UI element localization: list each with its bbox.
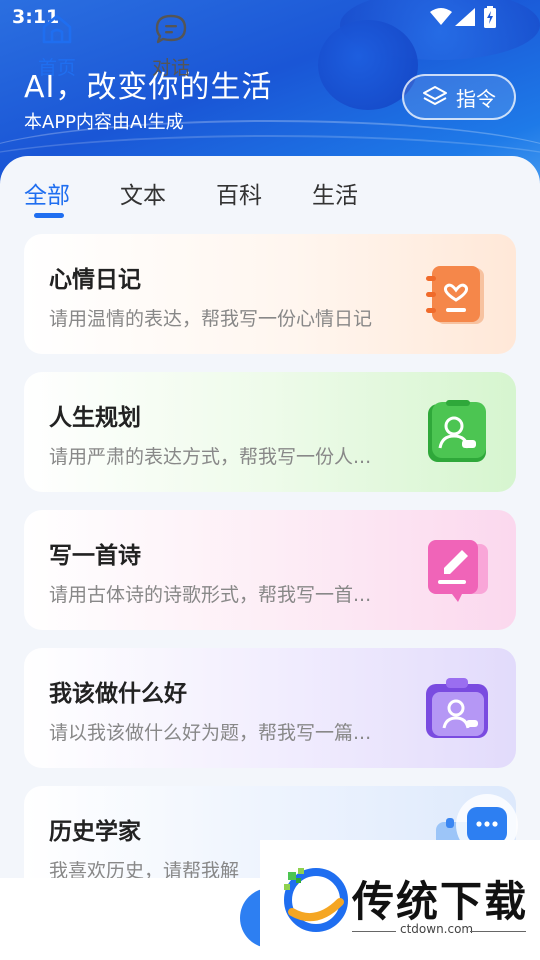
card-description: 请用温情的表达，帮我写一份心情日记 bbox=[49, 308, 373, 330]
tab-life[interactable]: 生活 bbox=[312, 176, 358, 210]
divider bbox=[352, 931, 396, 932]
layers-icon bbox=[423, 86, 447, 105]
card-title: 人生规划 bbox=[49, 405, 141, 431]
category-tabs: 全部 文本 百科 生活 bbox=[0, 170, 540, 226]
signal-icon bbox=[455, 8, 475, 26]
nav-item-home[interactable]: 首页 bbox=[22, 12, 92, 80]
divider bbox=[470, 931, 526, 932]
watermark: 传统下载 ctdown.com bbox=[260, 840, 540, 960]
card-title: 写一首诗 bbox=[49, 543, 141, 569]
watermark-url: ctdown.com bbox=[400, 922, 474, 936]
nav-label: 首页 bbox=[37, 57, 76, 79]
diary-icon bbox=[426, 266, 484, 324]
card-title: 心情日记 bbox=[49, 267, 141, 293]
todo-icon bbox=[426, 678, 488, 738]
wifi-icon bbox=[430, 8, 452, 25]
card-title: 我该做什么好 bbox=[49, 681, 187, 707]
nav-item-chat[interactable]: 对话 bbox=[136, 12, 206, 80]
card-description: 请用古体诗的诗歌形式，帮我写一首... bbox=[49, 584, 372, 606]
prompt-card-poem[interactable]: 写一首诗 请用古体诗的诗歌形式，帮我写一首... bbox=[24, 510, 516, 630]
command-button-label: 指令 bbox=[456, 86, 496, 111]
tab-all[interactable]: 全部 bbox=[24, 176, 70, 210]
home-icon bbox=[42, 14, 72, 44]
message-bubble-icon bbox=[467, 807, 507, 843]
command-button[interactable]: 指令 bbox=[402, 74, 516, 120]
prompt-card-mood-diary[interactable]: 心情日记 请用温情的表达，帮我写一份心情日记 bbox=[24, 234, 516, 354]
battery-charging-icon bbox=[484, 6, 496, 28]
tab-encyclopedia[interactable]: 百科 bbox=[216, 176, 262, 210]
life-plan-icon bbox=[428, 400, 486, 462]
watermark-brand: 传统下载 bbox=[352, 877, 529, 926]
nav-label: 对话 bbox=[151, 57, 190, 79]
page-subtitle: 本APP内容由AI生成 bbox=[24, 112, 184, 133]
card-description: 请用严肃的表达方式，帮我写一份人... bbox=[49, 446, 372, 468]
prompt-card-life-plan[interactable]: 人生规划 请用严肃的表达方式，帮我写一份人... bbox=[24, 372, 516, 492]
card-title: 历史学家 bbox=[49, 819, 141, 845]
prompt-card-what-to-do[interactable]: 我该做什么好 请以我该做什么好为题，帮我写一篇... bbox=[24, 648, 516, 768]
chat-icon bbox=[155, 14, 187, 44]
card-description: 请以我该做什么好为题，帮我写一篇... bbox=[49, 722, 372, 744]
watermark-logo-icon bbox=[284, 868, 348, 932]
poem-icon bbox=[428, 540, 488, 602]
active-tab-indicator bbox=[34, 213, 64, 218]
tab-text[interactable]: 文本 bbox=[120, 176, 166, 210]
